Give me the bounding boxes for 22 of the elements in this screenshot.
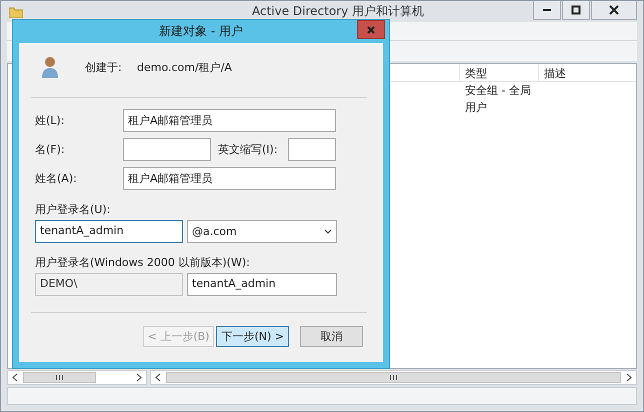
label: 姓(L):: [35, 113, 66, 128]
input-field[interactable]: tenantA_admin: [187, 273, 337, 296]
dialog-title: 新建对象 - 用户: [158, 23, 244, 40]
column-header[interactable]: 描述: [538, 64, 636, 81]
table-cell-text: 安全组 - 全局: [464, 83, 532, 98]
dropdown-value: @a.com: [192, 225, 237, 238]
input-field[interactable]: 租户A邮箱管理员: [123, 109, 336, 132]
label: 用户登录名(Windows 2000 以前版本)(W):: [35, 255, 251, 270]
input-field[interactable]: 租户A邮箱管理员: [123, 167, 336, 190]
text: demo.com/租户/A: [137, 60, 232, 74]
label: 用户登录名(U):: [35, 202, 112, 217]
dropdown[interactable]: @a.com: [187, 220, 337, 243]
dialog-button[interactable]: 取消: [300, 326, 363, 347]
window-title: Active Directory 用户和计算机: [250, 3, 426, 20]
label: 创建于:: [85, 60, 123, 74]
label: 姓名(A):: [35, 171, 78, 186]
input-field[interactable]: tenantA_admin: [35, 220, 183, 243]
dialog-button[interactable]: 下一步(N) >: [216, 326, 289, 347]
label: 英文缩写(I):: [217, 142, 279, 157]
label: 名(F):: [35, 142, 66, 157]
table-cell-text: 用户: [464, 100, 488, 115]
column-header[interactable]: 类型: [459, 64, 538, 81]
